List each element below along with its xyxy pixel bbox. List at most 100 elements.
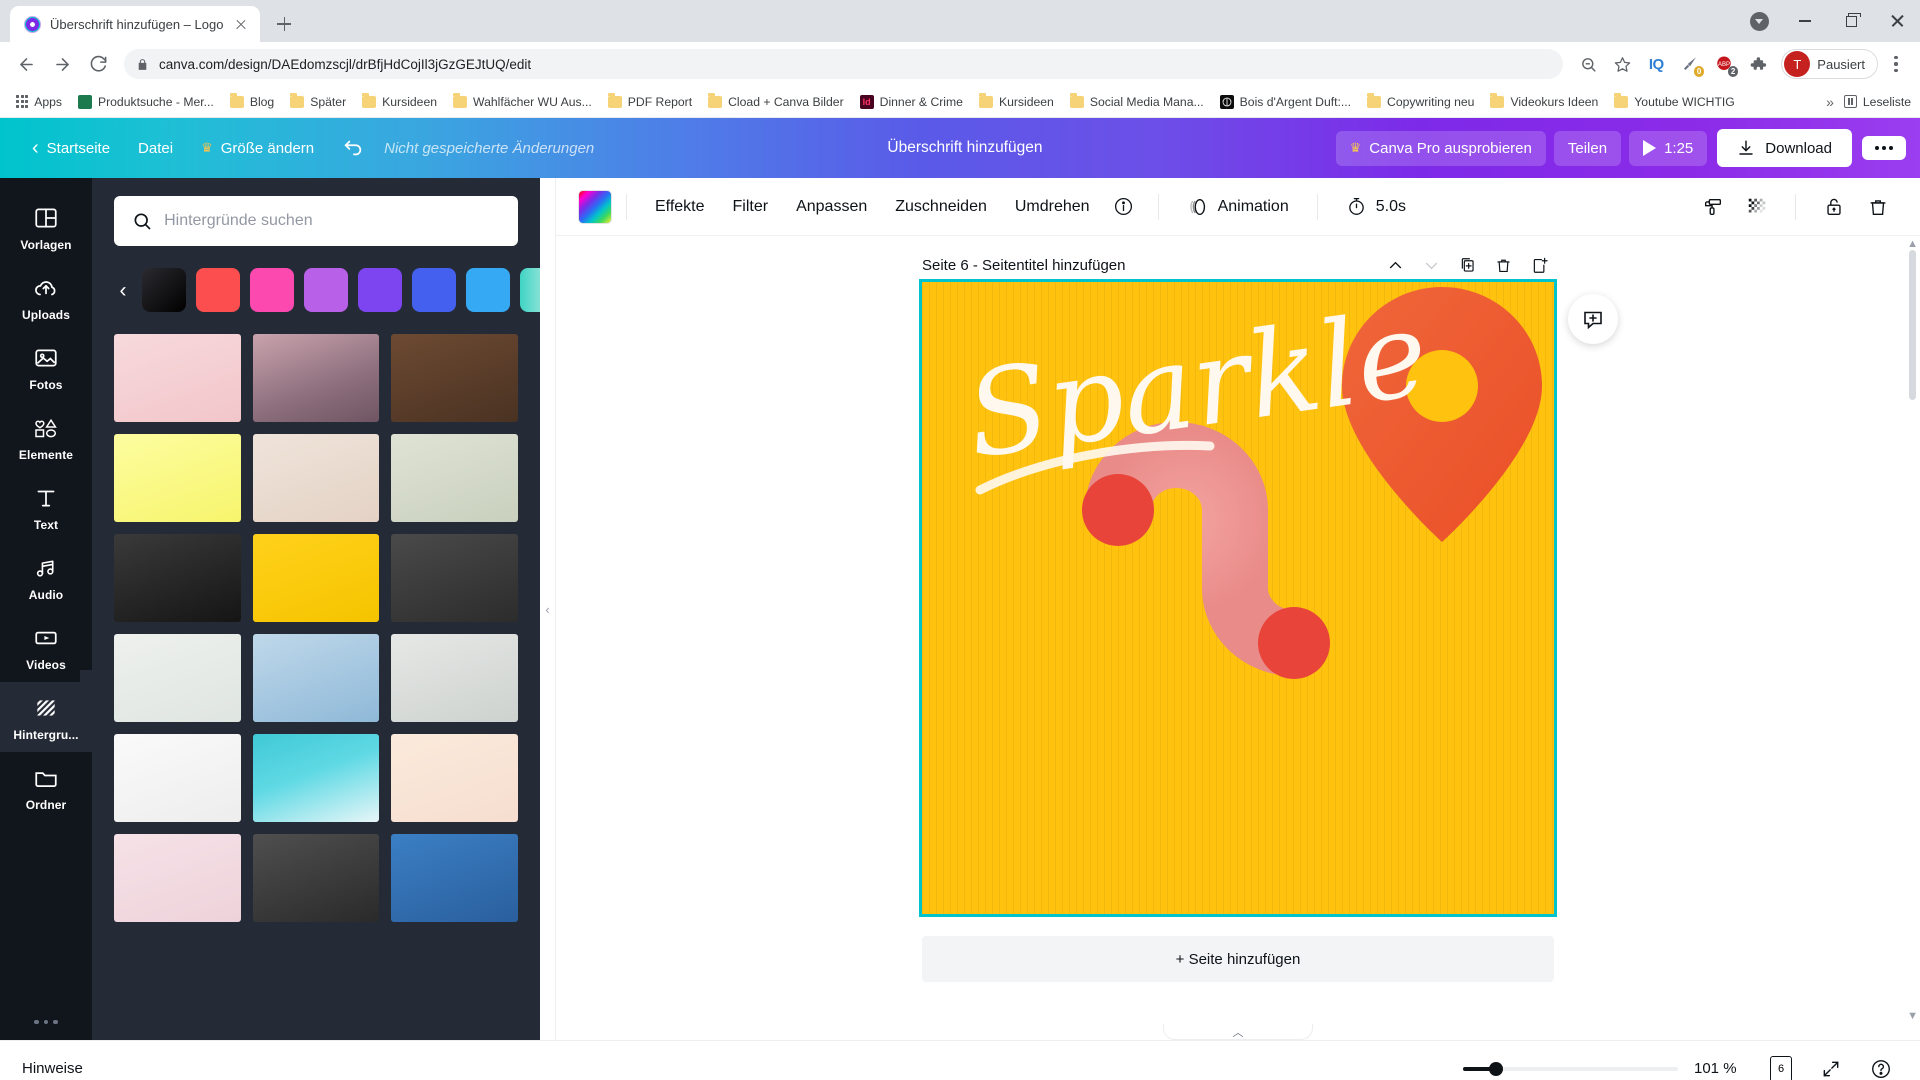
abp-extension-icon[interactable]: ABP 2 [1709,49,1739,79]
thumbnail[interactable] [252,634,380,722]
move-page-down-icon[interactable] [1416,250,1446,280]
thumbnail[interactable] [114,734,241,822]
bookmark-youtube[interactable]: Youtube WICHTIG [1607,92,1741,112]
bookmark-kursideen-2[interactable]: Kursideen [972,92,1061,112]
reload-icon[interactable] [82,48,114,80]
color-swatch-pink[interactable] [250,268,294,312]
chevron-left-icon[interactable]: ‹ [114,280,132,301]
profile-chip[interactable]: T Pausiert [1781,49,1878,79]
sidebar-item-text[interactable]: Text [0,472,92,542]
thumbnail[interactable] [114,834,241,922]
document-title[interactable]: Überschrift hinzufügen [875,130,1054,166]
sidebar-item-videos[interactable]: Videos [0,612,92,682]
search-bar[interactable] [114,196,518,246]
thumbnail[interactable] [391,634,518,722]
bookmark-apps[interactable]: Apps [9,92,69,112]
move-page-up-icon[interactable] [1380,250,1410,280]
thumbnail[interactable] [114,334,241,422]
bookmark-copywriting[interactable]: Copywriting neu [1360,92,1481,112]
duplicate-page-icon[interactable] [1452,250,1482,280]
info-icon[interactable] [1104,187,1144,227]
zoom-slider[interactable] [1463,1061,1678,1076]
thumbnail[interactable] [252,334,380,422]
thumbnail[interactable] [114,634,241,722]
close-window-icon[interactable] [1874,0,1920,42]
scroll-down-icon[interactable]: ▼ [1907,1010,1918,1022]
sidebar-item-hintergruende[interactable]: Hintergru... [0,670,92,752]
bookmark-pdf-report[interactable]: PDF Report [601,92,699,112]
download-button[interactable]: Download [1717,129,1852,167]
bookmark-cload-canva[interactable]: Cload + Canva Bilder [701,92,851,112]
minimize-icon[interactable] [1782,0,1828,42]
sidebar-item-uploads[interactable]: Uploads [0,262,92,332]
page-title[interactable]: Seite 6 - Seitentitel hinzufügen [922,257,1125,274]
canvas-scrollbar[interactable] [1909,250,1916,1010]
animation-button[interactable]: Animation [1173,187,1303,227]
reading-list-button[interactable]: Leseliste [1843,95,1911,109]
tab-search-icon[interactable] [1736,0,1782,42]
transparency-icon[interactable] [1737,187,1777,227]
lock-icon[interactable] [1814,187,1854,227]
thumbnail[interactable] [391,334,518,422]
file-menu[interactable]: Datei [124,131,187,166]
color-swatch-teal[interactable] [520,268,540,312]
thumbnail[interactable] [252,734,380,822]
star-icon[interactable] [1607,49,1637,79]
thumbnail[interactable] [252,434,380,522]
sidebar-item-audio[interactable]: Audio [0,542,92,612]
address-bar[interactable]: canva.com/design/DAEdomzscjl/drBfjHdCojI… [124,49,1564,79]
thumbnail[interactable] [114,434,241,522]
bookmark-dinner-crime[interactable]: Id Dinner & Crime [853,92,970,112]
color-swatch-blue[interactable] [412,268,456,312]
more-dots-icon[interactable] [34,1019,58,1024]
sidebar-item-vorlagen[interactable]: Vorlagen [0,192,92,262]
back-icon[interactable] [10,48,42,80]
thumbnail[interactable] [391,734,518,822]
scroll-up-icon[interactable]: ▲ [1907,238,1918,250]
add-page-icon[interactable] [1524,250,1554,280]
add-page-button[interactable]: + Seite hinzufügen [922,936,1554,982]
maximize-icon[interactable] [1828,0,1874,42]
color-picker-button[interactable] [578,189,612,224]
forward-icon[interactable] [46,48,78,80]
page-manager-button[interactable]: 6 [1764,1052,1798,1080]
bookmark-social-media[interactable]: Social Media Mana... [1063,92,1211,112]
filter-button[interactable]: Filter [719,189,783,225]
thumbnail[interactable] [391,834,518,922]
zoom-slider-knob[interactable] [1489,1061,1503,1076]
close-icon[interactable] [232,15,250,33]
present-button[interactable]: 1:25 [1629,130,1708,166]
puzzle-icon[interactable] [1743,49,1773,79]
color-swatch-lightblue[interactable] [466,268,510,312]
fullscreen-button[interactable] [1814,1052,1848,1080]
undo-button[interactable] [328,128,378,168]
iq-extension-icon[interactable]: IQ [1641,49,1671,79]
duration-button[interactable]: 5.0s [1332,187,1420,226]
trash-icon[interactable] [1858,187,1898,227]
delete-page-icon[interactable] [1488,250,1518,280]
bookmark-blog[interactable]: Blog [223,92,281,112]
notes-toggle[interactable]: ︿ [1163,1024,1313,1040]
paint-roller-icon[interactable] [1693,187,1733,227]
thumbnail[interactable] [252,834,380,922]
sidebar-item-ordner[interactable]: Ordner [0,752,92,822]
browser-tab[interactable]: Überschrift hinzufügen – Logo [10,6,261,42]
bookmarks-overflow-icon[interactable]: » [1826,94,1834,110]
canva-pro-button[interactable]: ♛ Canva Pro ausprobieren [1335,130,1546,166]
help-button[interactable] [1864,1052,1898,1080]
color-swatch-black[interactable] [142,268,186,312]
thumbnail[interactable] [114,534,241,622]
thumbnail[interactable] [391,534,518,622]
bookmark-spaeter[interactable]: Später [283,92,353,112]
new-tab-button[interactable] [270,10,298,38]
notes-button[interactable]: Hinweise [22,1060,83,1077]
add-comment-button[interactable] [1568,294,1618,344]
adjust-button[interactable]: Anpassen [782,189,881,225]
bookmark-wahlfaecher[interactable]: Wahlfächer WU Aus... [446,92,599,112]
extension-icon[interactable]: 0 [1675,49,1705,79]
color-swatch-red[interactable] [196,268,240,312]
color-swatch-purple[interactable] [358,268,402,312]
bookmark-bois-dargent[interactable]: Bois d'Argent Duft:... [1213,92,1358,112]
chrome-menu-icon[interactable] [1882,49,1910,79]
sidebar-item-fotos[interactable]: Fotos [0,332,92,402]
